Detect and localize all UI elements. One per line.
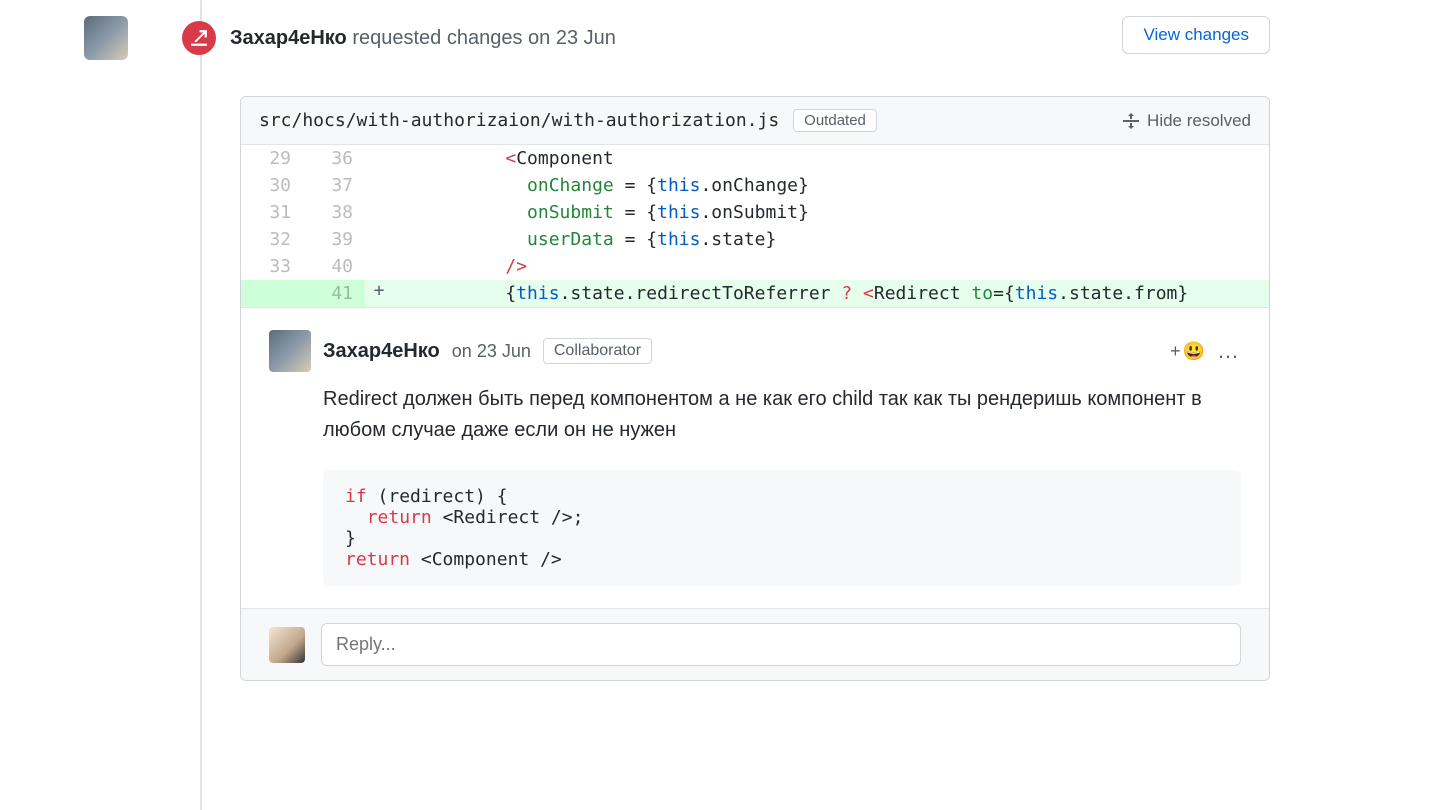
review-comment-box: src/hocs/with-authorizaion/with-authoriz… bbox=[240, 96, 1270, 681]
author-link[interactable]: Захар4еНко bbox=[230, 27, 347, 49]
file-path[interactable]: src/hocs/with-authorizaion/with-authoriz… bbox=[259, 110, 779, 131]
changes-requested-icon bbox=[182, 21, 216, 55]
reply-row bbox=[241, 608, 1269, 680]
diff-line: 3239 userData = {this.state} bbox=[241, 226, 1269, 253]
outdated-badge: Outdated bbox=[793, 109, 877, 132]
diff-table: 2936 <Component3037 onChange = {this.onC… bbox=[241, 145, 1269, 307]
collaborator-badge: Collaborator bbox=[543, 338, 652, 364]
diff-line: 3037 onChange = {this.onChange} bbox=[241, 172, 1269, 199]
timeline-line bbox=[200, 0, 202, 810]
unfold-icon bbox=[1123, 113, 1139, 129]
comment-block: Захар4еНко on 23 Jun Collaborator +😃 … R… bbox=[241, 307, 1269, 608]
code-snippet: if (redirect) { return <Redirect />; } r… bbox=[323, 470, 1241, 586]
view-changes-button[interactable]: View changes bbox=[1122, 16, 1270, 54]
comment-body: Redirect должен быть перед компонентом а… bbox=[323, 384, 1241, 446]
commenter-avatar[interactable] bbox=[269, 330, 311, 372]
diff-line: 2936 <Component bbox=[241, 145, 1269, 172]
diff-line: 41+ {this.state.redirectToReferrer ? <Re… bbox=[241, 280, 1269, 307]
reply-input[interactable] bbox=[321, 623, 1241, 666]
review-header: Захар4еНко requested changes on 23 Jun bbox=[84, 16, 1270, 60]
diff-line: 3138 onSubmit = {this.onSubmit} bbox=[241, 199, 1269, 226]
commenter-name[interactable]: Захар4еНко bbox=[323, 340, 440, 363]
hide-resolved-button[interactable]: Hide resolved bbox=[1123, 111, 1251, 131]
file-header: src/hocs/with-authorizaion/with-authoriz… bbox=[241, 97, 1269, 145]
add-reaction-button[interactable]: +😃 bbox=[1170, 341, 1205, 362]
reviewer-avatar[interactable] bbox=[84, 16, 128, 60]
current-user-avatar[interactable] bbox=[269, 627, 305, 663]
review-title: Захар4еНко requested changes on 23 Jun bbox=[230, 27, 616, 50]
comment-timestamp: on 23 Jun bbox=[452, 341, 531, 362]
diff-line: 3340 /> bbox=[241, 253, 1269, 280]
comment-menu-button[interactable]: … bbox=[1217, 338, 1241, 364]
smiley-icon: 😃 bbox=[1183, 341, 1205, 362]
